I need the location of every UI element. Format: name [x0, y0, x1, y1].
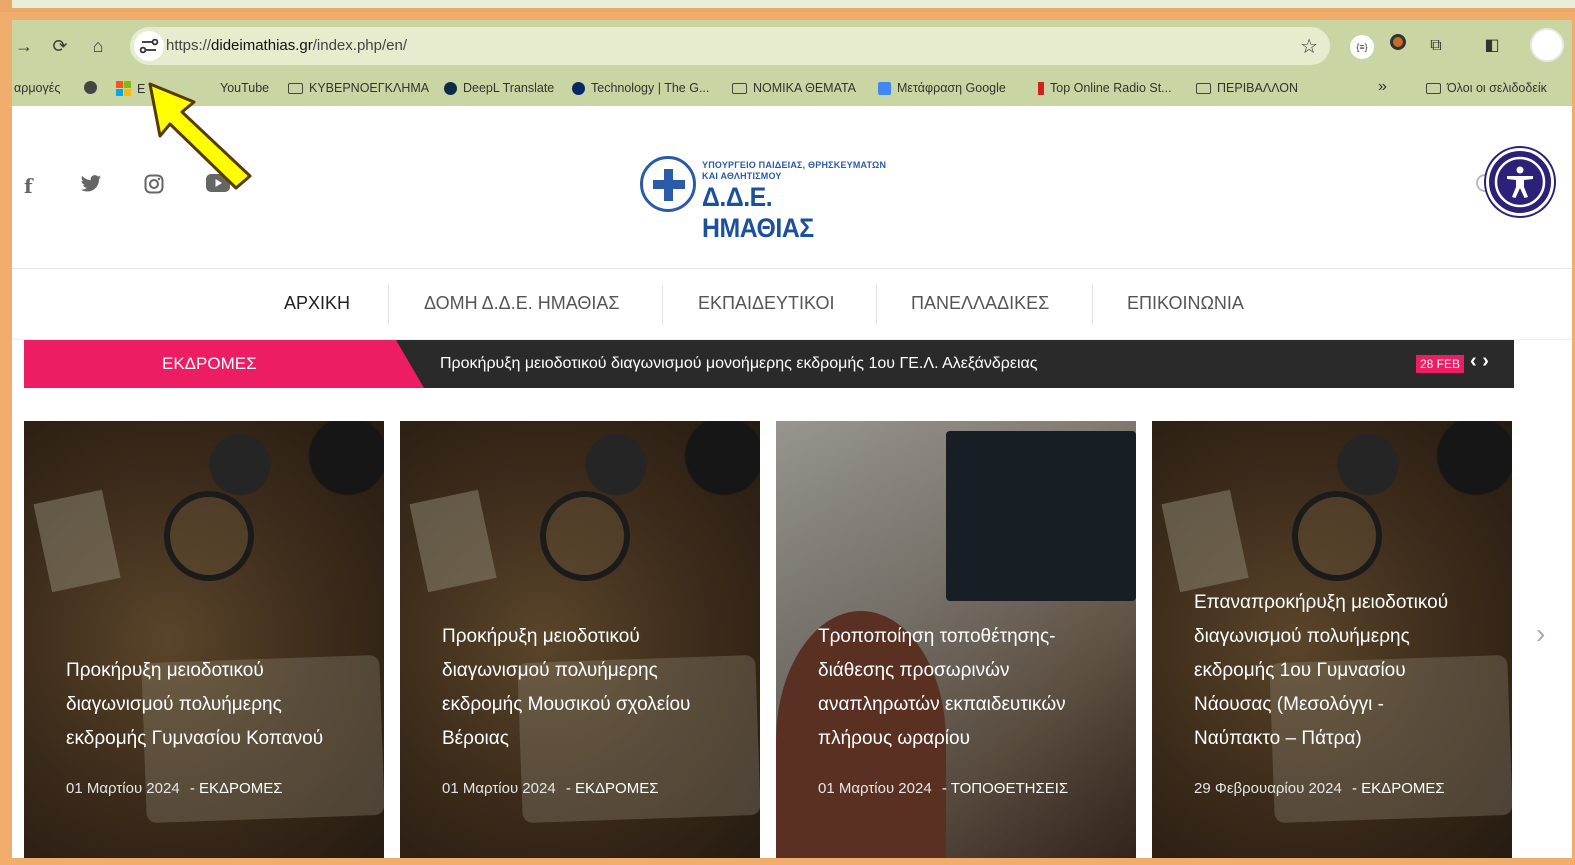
news-card[interactable]: Προκήρυξη μειοδοτικού διαγωνισμού πολυήμε… [400, 421, 760, 858]
folder-icon [732, 82, 747, 94]
translate-icon [878, 81, 891, 95]
web-page: f ΥΠΟΥΡΓΕΙΟ ΠΑΙΔΕΙΑΣ, ΘΡΗΣΚΕΥΜΑΤΩΝ ΚΑΙ Α… [12, 106, 1572, 858]
frame-strip [12, 0, 1575, 8]
bookmark-folder-all[interactable]: Όλοι οι σελιδοδείκ [1426, 81, 1547, 95]
menu-divider [876, 285, 877, 325]
browser-toolbar: → ⟳ ⌂ https://dideimathias.gr/index.php/… [12, 20, 1572, 72]
ticker-nav: ‹ › [1470, 350, 1489, 373]
card-category[interactable]: - ΕΚΔΡΟΜΕΣ [562, 780, 659, 797]
card-meta: 01 Μαρτίου 2024 - ΕΚΔΡΟΜΕΣ [66, 780, 283, 797]
card-date: 01 Μαρτίου 2024 [66, 780, 180, 797]
news-card[interactable]: Προκήρυξη μειοδοτικού διαγωνισμού πολυήμε… [24, 421, 384, 858]
card-meta: 01 Μαρτίου 2024 - ΕΚΔΡΟΜΕΣ [442, 780, 659, 797]
menu-item-home[interactable]: ΑΡΧΙΚΗ [284, 293, 350, 314]
card-date: 01 Μαρτίου 2024 [442, 780, 556, 797]
bookmark-google-translate[interactable]: Μετάφραση Google [878, 81, 1006, 95]
chevron-left-icon[interactable]: ‹ [1470, 350, 1477, 372]
bookmark-radio[interactable]: Top Online Radio St... [1038, 81, 1172, 95]
facebook-icon[interactable]: f [24, 174, 33, 199]
news-ticker: ΕΚΔΡΟΜΕΣ Προκήρυξη μειοδοτικού διαγωνισμ… [24, 340, 1514, 388]
card-date: 01 Μαρτίου 2024 [818, 780, 932, 797]
news-card[interactable]: Επαναπροκήρυξη μειοδοτικού διαγωνισμού πο… [1152, 421, 1512, 858]
annotation-arrow-icon [148, 82, 252, 190]
site-info-icon[interactable] [134, 31, 164, 61]
reload-icon[interactable]: ⟳ [48, 34, 72, 58]
bookmark-guardian[interactable]: Technology | The G... [572, 81, 709, 95]
bookmark-star-icon[interactable]: ☆ [1300, 34, 1318, 59]
menu-item-structure[interactable]: ΔΟΜΗ Δ.Δ.Ε. ΗΜΑΘΙΑΣ [424, 293, 619, 314]
greek-emblem-icon [640, 156, 696, 212]
extensions-puzzle-icon[interactable]: ⧉ [1422, 32, 1450, 60]
globe-icon [84, 81, 97, 94]
extension-icon-json[interactable]: {≡} [1348, 32, 1376, 60]
side-panel-icon[interactable]: ◧ [1478, 32, 1506, 60]
bookmark-folder-legal[interactable]: ΝΟΜΙΚΑ ΘΕΜΑΤΑ [732, 81, 856, 95]
folder-icon [1196, 82, 1211, 94]
chevron-right-icon[interactable]: › [1482, 350, 1489, 372]
ticker-headline[interactable]: Προκήρυξη μειοδοτικού διαγωνισμού μονοήμ… [440, 355, 1038, 373]
card-category[interactable]: - ΕΚΔΡΟΜΕΣ [186, 780, 283, 797]
card-date: 29 Φεβρουαρίου 2024 [1194, 780, 1342, 797]
microsoft-icon [116, 81, 131, 96]
logo-ministry-line1: ΥΠΟΥΡΓΕΙΟ ΠΑΙΔΕΙΑΣ, ΘΡΗΣΚΕΥΜΑΤΩΝ [702, 160, 887, 170]
card-title[interactable]: Επαναπροκήρυξη μειοδοτικού διαγωνισμού πο… [1194, 586, 1484, 756]
browser-window: → ⟳ ⌂ https://dideimathias.gr/index.php/… [12, 20, 1572, 858]
folder-icon [288, 82, 303, 94]
bookmark-folder-cybercrime[interactable]: ΚΥΒΕΡΝΟΕΓΚΛΗΜΑ [288, 81, 429, 95]
profile-avatar[interactable] [1530, 28, 1564, 62]
card-category[interactable]: - ΤΟΠΟΘΕΤΗΣΕΙΣ [938, 780, 1068, 797]
menu-divider [662, 285, 663, 325]
bookmark-globe[interactable] [84, 81, 97, 94]
bookmark-microsoft[interactable]: E [116, 81, 145, 96]
home-icon[interactable]: ⌂ [86, 34, 110, 58]
address-bar[interactable]: https://dideimathias.gr/index.php/en/ ☆ [130, 27, 1330, 65]
menu-divider [1092, 285, 1093, 325]
card-title[interactable]: Τροποποίηση τοποθέτησης-διάθεσης προσωρι… [818, 620, 1108, 756]
card-title[interactable]: Προκήρυξη μειοδοτικού διαγωνισμού πολυήμε… [442, 620, 732, 756]
ticker-date-badge: 28 FEB [1416, 355, 1465, 373]
folder-icon [1426, 82, 1441, 94]
menu-item-panhellenic[interactable]: ΠΑΝΕΛΛΑΔΙΚΕΣ [911, 293, 1049, 314]
guardian-icon [572, 81, 585, 95]
news-card[interactable]: Τροποποίηση τοποθέτησης-διάθεσης προσωρι… [776, 421, 1136, 858]
bookmark-deepl[interactable]: DeepL Translate [444, 81, 554, 95]
accessibility-icon[interactable] [1486, 148, 1554, 216]
menu-item-contact[interactable]: ΕΠΙΚΟΙΝΩΝΙΑ [1127, 293, 1244, 314]
bookmark-folder-environment[interactable]: ΠΕΡΙΒΑΛΛΟΝ [1196, 81, 1298, 95]
card-category[interactable]: - ΕΚΔΡΟΜΕΣ [1348, 780, 1445, 797]
logo-ministry-line2: ΚΑΙ ΑΘΛΗΤΙΣΜΟΥ [702, 171, 782, 181]
main-menu: ΑΡΧΙΚΗ ΔΟΜΗ Δ.Δ.Ε. ΗΜΑΘΙΑΣ ΕΚΠΑΙΔΕΥΤΙΚΟΙ… [12, 268, 1572, 340]
url-text[interactable]: https://dideimathias.gr/index.php/en/ [166, 37, 407, 54]
slider-next-chevron-icon[interactable]: › [1536, 618, 1545, 650]
menu-item-teachers[interactable]: ΕΚΠΑΙΔΕΥΤΙΚΟΙ [698, 293, 835, 314]
logo-name: Δ.Δ.Ε. ΗΜΑΘΙΑΣ [702, 182, 814, 243]
card-title[interactable]: Προκήρυξη μειοδοτικού διαγωνισμού πολυήμε… [66, 654, 356, 756]
card-meta: 29 Φεβρουαρίου 2024 - ΕΚΔΡΟΜΕΣ [1194, 780, 1445, 797]
site-logo[interactable]: ΥΠΟΥΡΓΕΙΟ ΠΑΙΔΕΙΑΣ, ΘΡΗΣΚΕΥΜΑΤΩΝ ΚΑΙ ΑΘΛ… [640, 156, 890, 243]
extension-icon-camera[interactable] [1384, 32, 1412, 60]
ticker-category[interactable]: ΕΚΔΡΟΜΕΣ [24, 340, 424, 388]
bookmarks-overflow-chevron[interactable]: » [1378, 78, 1387, 96]
bookmark-apps[interactable]: αρμογές [14, 81, 60, 95]
screen-frame-top [0, 0, 1575, 12]
card-meta: 01 Μαρτίου 2024 - ΤΟΠΟΘΕΤΗΣΕΙΣ [818, 780, 1068, 797]
menu-divider [388, 285, 389, 325]
deepl-icon [444, 81, 457, 95]
forward-icon[interactable]: → [12, 34, 36, 58]
twitter-icon[interactable] [80, 174, 102, 200]
radio-icon [1038, 81, 1044, 95]
